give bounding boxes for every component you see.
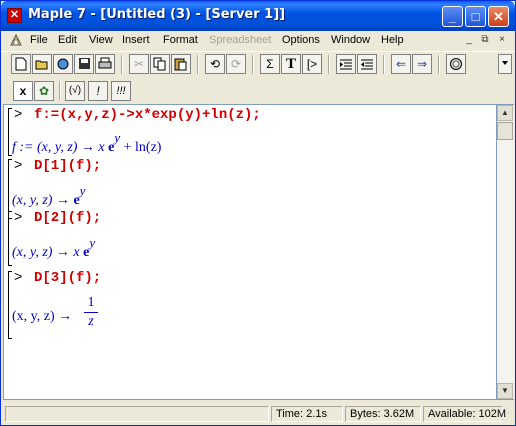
- command-line-3[interactable]: D[2](f);: [34, 210, 101, 226]
- status-available: Available: 102M: [423, 406, 506, 422]
- scroll-up-arrow-icon[interactable]: ▲: [497, 105, 513, 121]
- input-prompt: >: [14, 270, 23, 286]
- output-2-lhs: (x, y, z) →: [12, 193, 70, 208]
- paste-icon[interactable]: [171, 54, 191, 74]
- outdent-icon[interactable]: [336, 54, 356, 74]
- toolbar-separator: [383, 55, 385, 74]
- save-icon[interactable]: [74, 54, 94, 74]
- doc-close-button[interactable]: ×: [495, 34, 509, 46]
- toolbar-separator: [252, 55, 254, 74]
- menu-bar: File Edit View Insert Format Spreadsheet…: [1, 31, 515, 50]
- toolbar-scroll-down-icon[interactable]: [498, 54, 512, 74]
- main-toolbar: ✂ ⟲ ⟳ Σ T [> ⇐ ⇒: [1, 51, 515, 78]
- maple-app-icon[interactable]: ✕: [7, 8, 22, 23]
- print-icon[interactable]: [95, 54, 115, 74]
- output-3-lhs: (x, y, z) → x: [12, 245, 80, 260]
- fraction-bar: [84, 312, 98, 313]
- fraction-denominator: z: [88, 314, 94, 329]
- output-2-e: e: [73, 193, 80, 208]
- evaluate-sqrt-button[interactable]: (√): [65, 81, 85, 101]
- output-1-sup: y: [114, 130, 121, 145]
- scroll-thumb[interactable]: [497, 122, 513, 140]
- output-4-fraction: 1 z: [84, 295, 98, 330]
- output-2: (x, y, z) → ey: [12, 183, 85, 209]
- input-prompt: >: [14, 158, 23, 174]
- menu-options[interactable]: Options: [282, 34, 320, 46]
- insert-prompt-button[interactable]: [>: [302, 54, 322, 74]
- scroll-down-arrow-icon[interactable]: ▼: [497, 383, 513, 399]
- text-input-button[interactable]: T: [281, 54, 301, 74]
- resize-grip-icon[interactable]: ⋰: [501, 411, 513, 423]
- menu-format[interactable]: Format: [163, 34, 198, 46]
- menu-file[interactable]: File: [30, 34, 48, 46]
- output-2-sup: y: [79, 183, 86, 198]
- command-line-4[interactable]: D[3](f);: [34, 270, 101, 286]
- execute-all-button[interactable]: !!!: [111, 81, 131, 101]
- menu-view[interactable]: View: [89, 34, 113, 46]
- output-1-tail: + ln(z): [123, 140, 162, 155]
- input-prompt: >: [14, 107, 23, 123]
- worksheet-area[interactable]: > f:=(x,y,z)->x*exp(y)+ln(z); f := (x, y…: [3, 104, 497, 400]
- output-3: (x, y, z) → x ey: [12, 235, 95, 261]
- title-bar[interactable]: ✕ Maple 7 - [Untitled (3) - [Server 1]] …: [1, 1, 515, 31]
- menu-help[interactable]: Help: [381, 34, 404, 46]
- indent-icon[interactable]: [357, 54, 377, 74]
- undo-icon[interactable]: ⟲: [205, 54, 225, 74]
- back-arrow-button[interactable]: ⇐: [391, 54, 411, 74]
- menu-window[interactable]: Window: [331, 34, 370, 46]
- worksheet-scrollbar[interactable]: ▲ ▼: [497, 104, 514, 400]
- spreadsheet-x-button[interactable]: x: [13, 81, 33, 101]
- status-message-panel: [5, 406, 269, 422]
- maple-leaf-icon[interactable]: ✿: [34, 81, 54, 101]
- toolbar-separator: [328, 55, 330, 74]
- toolbar-separator: [438, 55, 440, 74]
- execution-group-bracket[interactable]: [8, 271, 12, 339]
- copy-icon[interactable]: [150, 54, 170, 74]
- output-1: f := (x, y, z) → x ey + ln(z): [12, 130, 162, 156]
- menu-spreadsheet[interactable]: Spreadsheet: [209, 34, 271, 46]
- toolbar-separator: [59, 81, 61, 100]
- window-title: Maple 7 - [Untitled (3) - [Server 1]]: [28, 7, 286, 22]
- math-input-button[interactable]: Σ: [260, 54, 280, 74]
- document-menu-icon[interactable]: [9, 33, 23, 47]
- toolbar-separator: [197, 55, 199, 74]
- close-button[interactable]: ✕: [488, 6, 509, 27]
- input-prompt: >: [14, 210, 23, 226]
- status-time: Time: 2.1s: [271, 406, 343, 422]
- execute-button[interactable]: !: [88, 81, 108, 101]
- status-bar: Time: 2.1s Bytes: 3.62M Available: 102M …: [1, 403, 515, 425]
- redo-icon[interactable]: ⟳: [226, 54, 246, 74]
- output-4-lhs: (x, y, z) →: [12, 309, 73, 324]
- doc-restore-button[interactable]: ⧉: [478, 34, 492, 46]
- new-file-icon[interactable]: [11, 54, 31, 74]
- open-url-icon[interactable]: [53, 54, 73, 74]
- open-folder-icon[interactable]: [32, 54, 52, 74]
- command-line-2[interactable]: D[1](f);: [34, 158, 101, 174]
- stop-icon[interactable]: [446, 54, 466, 74]
- maximize-button[interactable]: □: [465, 6, 486, 27]
- output-3-sup: y: [89, 235, 96, 250]
- doc-minimize-button[interactable]: _: [462, 34, 476, 46]
- cut-icon[interactable]: ✂: [129, 54, 149, 74]
- execution-group-bracket[interactable]: [8, 159, 12, 219]
- menu-edit[interactable]: Edit: [58, 34, 77, 46]
- fraction-numerator: 1: [87, 295, 95, 310]
- menu-insert[interactable]: Insert: [122, 34, 150, 46]
- context-toolbar: x ✿ (√) ! !!!: [1, 78, 515, 103]
- forward-arrow-button[interactable]: ⇒: [412, 54, 432, 74]
- output-1-lhs: f := (x, y, z) → x: [12, 140, 105, 155]
- maple-window: ✕ Maple 7 - [Untitled (3) - [Server 1]] …: [0, 0, 516, 426]
- command-line-1[interactable]: f:=(x,y,z)->x*exp(y)+ln(z);: [34, 107, 261, 123]
- toolbar-separator: [121, 55, 123, 74]
- minimize-button[interactable]: _: [442, 6, 463, 27]
- status-bytes: Bytes: 3.62M: [345, 406, 421, 422]
